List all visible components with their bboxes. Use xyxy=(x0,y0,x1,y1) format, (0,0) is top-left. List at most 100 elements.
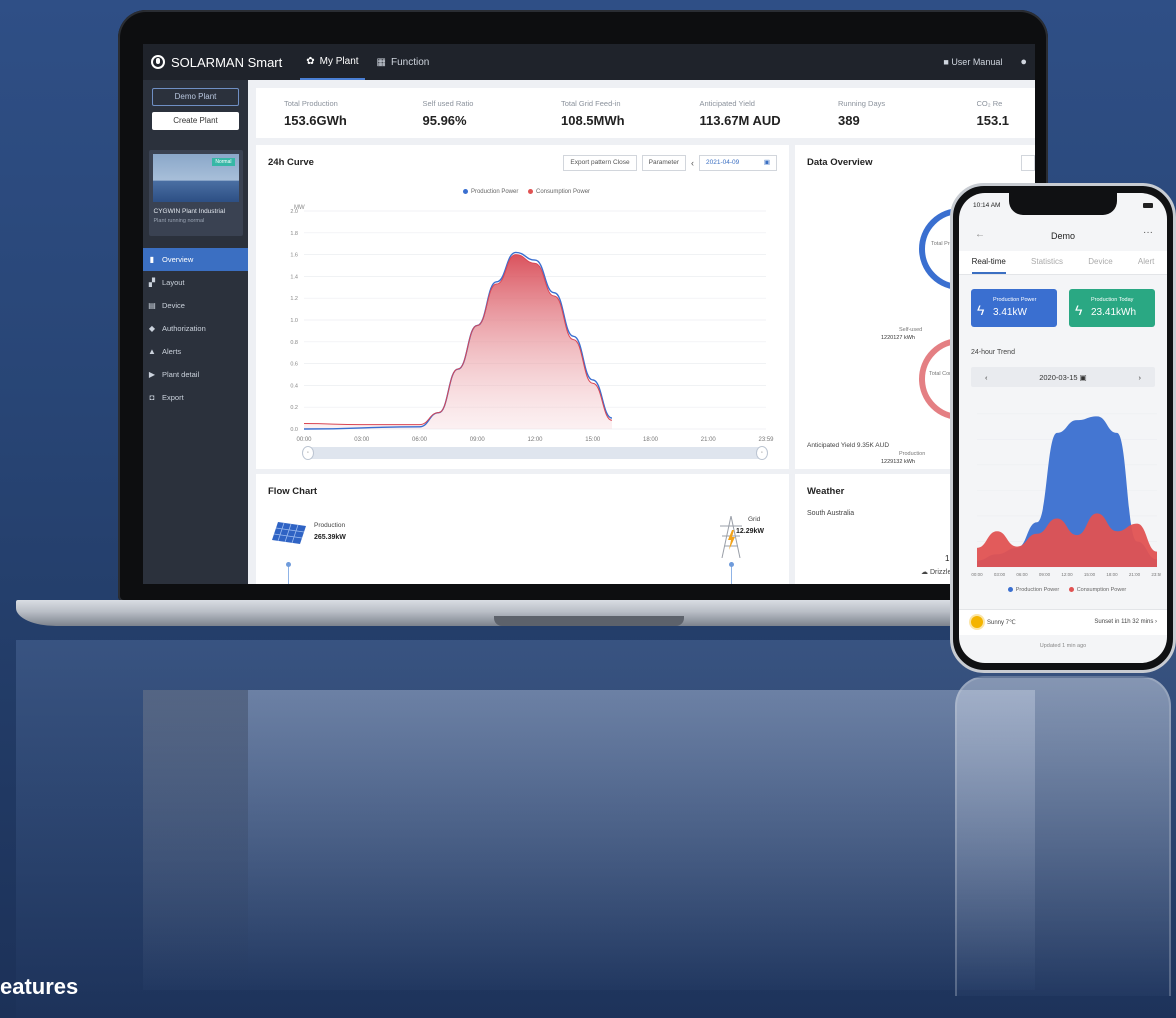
tab-alert[interactable]: Alert xyxy=(1138,251,1154,274)
sidebar-item-layout[interactable]: ▞ Layout xyxy=(143,271,248,294)
sidebar-item-label: Plant detail xyxy=(162,370,200,379)
sidebar-item-plant-detail[interactable]: ▶ Plant detail xyxy=(143,363,248,386)
kpi-value: 95.96% xyxy=(422,112,467,128)
solarman-logo-icon xyxy=(151,55,165,69)
date-picker[interactable]: 2021-04-09 ▣ xyxy=(699,155,777,171)
user-manual-link[interactable]: ■ User Manual xyxy=(943,57,1002,67)
next-date-icon[interactable]: › xyxy=(1138,373,1141,382)
x-tick-label: 21:00 xyxy=(1129,572,1141,577)
screen-reflection xyxy=(143,690,1035,990)
prev-date-icon[interactable]: ‹ xyxy=(691,158,694,168)
legend-label: Consumption Power xyxy=(536,189,591,196)
sidebar-item-overview[interactable]: ▮ Overview xyxy=(143,248,248,271)
device-icon: ▤ xyxy=(148,301,156,310)
grid-label: Grid xyxy=(748,516,761,523)
sidebar-item-label: Authorization xyxy=(162,324,206,333)
tab-device[interactable]: Device xyxy=(1088,251,1112,274)
slider-handle-left[interactable]: ◦ xyxy=(302,446,314,460)
slider-handle-right[interactable]: ◦ xyxy=(756,446,768,460)
tab-my-plant[interactable]: ✿ My Plant xyxy=(300,44,365,80)
kpi-value: 108.5MWh xyxy=(561,112,625,128)
alert-icon: ▲ xyxy=(148,347,156,356)
y-tick-label: 0.2 xyxy=(290,405,298,411)
production-today-card[interactable]: ϟ Production Today 23.41kWh xyxy=(1069,289,1155,327)
sidebar-item-export[interactable]: ◘ Export xyxy=(143,386,248,409)
create-plant-button[interactable]: Create Plant xyxy=(152,112,239,130)
export-pattern-button[interactable]: Export pattern Close xyxy=(563,155,637,171)
lightning-icon: ϟ xyxy=(1075,302,1083,318)
y-tick-label: 2.0 xyxy=(290,209,298,215)
trend-legend: Production Power Consumption Power xyxy=(959,587,1167,593)
weather-bar[interactable]: Sunny 7℃ Sunset in 11h 32 mins › xyxy=(959,609,1167,635)
y-tick-label: 0.6 xyxy=(290,362,298,368)
tab-label: Function xyxy=(391,56,430,68)
weather-temp: 1 xyxy=(945,554,950,563)
plant-icon: ✿ xyxy=(306,55,315,67)
more-icon[interactable]: ··· xyxy=(1143,227,1153,238)
curve-controls: Export pattern Close Parameter ‹ 2021-04… xyxy=(563,155,777,171)
export-icon: ◘ xyxy=(149,393,155,402)
overview-menu-button[interactable] xyxy=(1021,155,1035,171)
bell-icon[interactable]: ● xyxy=(1020,56,1027,68)
x-tick-label: 03:00 xyxy=(354,437,370,443)
ring-sub-label: Self-used xyxy=(899,327,923,333)
grid-value: 12.29kW xyxy=(736,528,765,535)
panel-title: Weather xyxy=(807,486,845,497)
x-tick-label: 12:00 xyxy=(527,437,543,443)
y-tick-label: 1.0 xyxy=(290,318,298,324)
date-value: 2021-04-09 xyxy=(706,159,740,166)
date-value: 2020-03-15 xyxy=(1039,372,1078,382)
sidebar-item-authorization[interactable]: ◆ Authorization xyxy=(143,317,248,340)
brand-logo[interactable]: SOLARMAN Smart xyxy=(151,55,282,70)
y-tick-label: 1.4 xyxy=(290,274,298,280)
plant-card[interactable]: Normal CYGWIN Plant Industrial Plant run… xyxy=(148,150,243,236)
panel-title: 24h Curve xyxy=(268,157,314,168)
chart-zoom-slider[interactable]: ◦ ◦ xyxy=(302,446,768,460)
y-tick-label: 1.2 xyxy=(290,296,298,302)
detail-icon: ▶ xyxy=(148,370,156,379)
top-navbar: SOLARMAN Smart ✿ My Plant ▦ Function ■ U… xyxy=(143,44,1035,80)
ring-value: 1220127 kWh xyxy=(881,335,915,341)
kpi-label: Total Production xyxy=(284,98,338,108)
panel-title: Data Overview xyxy=(807,157,873,168)
phone-reflection xyxy=(955,676,1171,996)
production-value: 265.39kW xyxy=(314,534,346,541)
sidebar-reflection xyxy=(143,690,248,990)
trend-chart: 00:00 03:00 06:00 09:00 12:00 15:00 18:00 21:00… xyxy=(971,413,1161,577)
legend-swatch-consumption xyxy=(1068,587,1074,593)
grid-icon: ▦ xyxy=(376,56,386,68)
ring-value: 1229132 kWh xyxy=(881,459,915,465)
prev-date-icon[interactable]: ‹ xyxy=(985,373,988,382)
sidebar-item-device[interactable]: ▤ Device xyxy=(143,294,248,317)
demo-plant-button[interactable]: Demo Plant xyxy=(152,88,239,106)
date-label: 2020-03-15 ▣ xyxy=(1039,372,1087,382)
sidebar-item-alerts[interactable]: ▲ Alerts xyxy=(143,340,248,363)
kpi-grid-feed-in: Total Grid Feed-in 108.5MWh xyxy=(561,99,700,128)
grid-tower-icon xyxy=(720,516,742,558)
brand-name: SOLARMAN Smart xyxy=(171,54,283,70)
plant-status: Plant running normal xyxy=(153,218,205,224)
x-tick-label: 12:00 xyxy=(1061,572,1073,577)
tab-statistics[interactable]: Statistics xyxy=(1031,251,1063,274)
kpi-co2: CO₂ Re 153.1 xyxy=(977,99,1036,128)
x-tick-label: 09:00 xyxy=(1039,572,1051,577)
status-time: 10:14 AM xyxy=(973,202,1001,209)
kpi-label: CO₂ Re xyxy=(976,98,1003,108)
x-tick-label: 18:00 xyxy=(1106,572,1118,577)
sidebar-item-label: Device xyxy=(162,301,185,310)
battery-icon xyxy=(1143,203,1153,208)
card-label: Production Power xyxy=(993,297,1037,303)
sidebar-item-label: Export xyxy=(162,393,184,402)
production-power-card[interactable]: ϟ Production Power 3.41kW xyxy=(971,289,1057,327)
phone-tabs: Real-time Statistics Device Alert xyxy=(959,251,1167,275)
date-selector[interactable]: ‹ 2020-03-15 ▣ › xyxy=(971,367,1155,387)
tab-function[interactable]: ▦ Function xyxy=(371,44,436,80)
shield-icon: ◆ xyxy=(148,324,156,333)
kpi-total-production: Total Production 153.6GWh xyxy=(284,99,423,128)
y-tick-label: 0.4 xyxy=(290,383,298,389)
updated-text: Updated 1 min ago xyxy=(1039,643,1087,649)
x-tick-label: 15:00 xyxy=(585,437,601,443)
parameter-button[interactable]: Parameter xyxy=(641,155,686,171)
tab-real-time[interactable]: Real-time xyxy=(971,251,1006,274)
kpi-self-used-ratio: Self used Ratio 95.96% xyxy=(423,99,562,128)
